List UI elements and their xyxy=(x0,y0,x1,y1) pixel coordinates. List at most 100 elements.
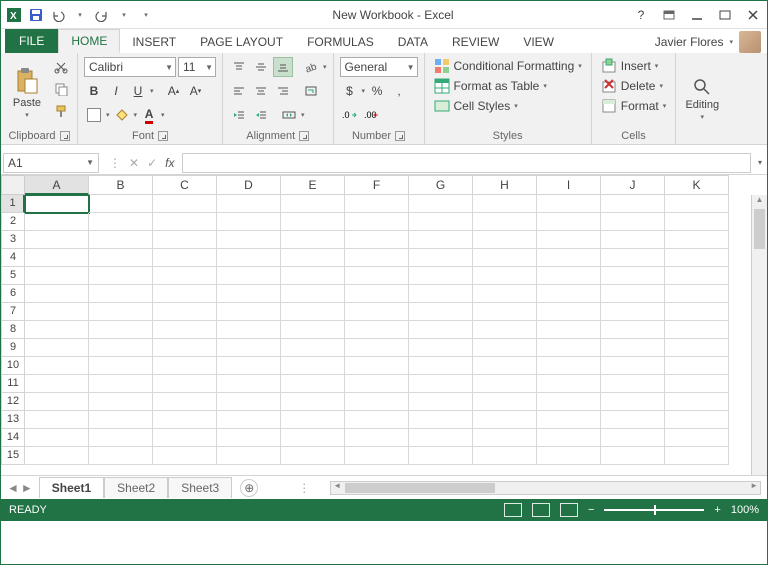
format-cells-button[interactable]: Format▾ xyxy=(598,97,670,115)
save-icon[interactable] xyxy=(27,6,45,24)
format-painter-icon[interactable] xyxy=(51,101,71,121)
row-header[interactable]: 12 xyxy=(1,393,25,411)
column-header[interactable]: G xyxy=(409,175,473,195)
vertical-scrollbar[interactable]: ▲ xyxy=(751,195,767,475)
cell[interactable] xyxy=(537,357,601,375)
cell[interactable] xyxy=(345,321,409,339)
underline-dropdown-icon[interactable]: ▾ xyxy=(150,87,154,95)
cell[interactable] xyxy=(345,357,409,375)
cell[interactable] xyxy=(409,357,473,375)
underline-button[interactable]: U xyxy=(128,81,148,101)
cell[interactable] xyxy=(89,375,153,393)
cell[interactable] xyxy=(601,411,665,429)
ribbon-display-icon[interactable] xyxy=(659,6,679,24)
cell[interactable] xyxy=(665,357,729,375)
cancel-formula-icon[interactable]: ✕ xyxy=(129,156,139,170)
cell[interactable] xyxy=(665,285,729,303)
cell[interactable] xyxy=(217,249,281,267)
cell[interactable] xyxy=(345,303,409,321)
cell[interactable] xyxy=(601,249,665,267)
cell[interactable] xyxy=(25,429,89,447)
cell[interactable] xyxy=(345,375,409,393)
cell[interactable] xyxy=(25,267,89,285)
cell[interactable] xyxy=(217,447,281,465)
tab-home[interactable]: HOME xyxy=(58,29,120,53)
row-header[interactable]: 14 xyxy=(1,429,25,447)
cell[interactable] xyxy=(281,411,345,429)
cell[interactable] xyxy=(217,285,281,303)
page-break-view-icon[interactable] xyxy=(560,503,578,517)
cell[interactable] xyxy=(537,375,601,393)
cell[interactable] xyxy=(345,285,409,303)
fill-color-icon[interactable] xyxy=(112,105,132,125)
font-name-combo[interactable]: Calibri▼ xyxy=(84,57,176,77)
cell[interactable] xyxy=(665,249,729,267)
align-left-icon[interactable] xyxy=(229,81,249,101)
cell[interactable] xyxy=(601,447,665,465)
cell[interactable] xyxy=(537,195,601,213)
cell[interactable] xyxy=(473,303,537,321)
cell[interactable] xyxy=(89,393,153,411)
cell[interactable] xyxy=(473,267,537,285)
tab-page-layout[interactable]: PAGE LAYOUT xyxy=(188,31,295,53)
cell[interactable] xyxy=(601,267,665,285)
cell[interactable] xyxy=(473,249,537,267)
format-as-table-button[interactable]: Format as Table▾ xyxy=(431,77,585,95)
cell[interactable] xyxy=(665,303,729,321)
row-header[interactable]: 5 xyxy=(1,267,25,285)
sheet-tab[interactable]: Sheet1 xyxy=(39,477,104,498)
cell[interactable] xyxy=(25,357,89,375)
cell[interactable] xyxy=(153,303,217,321)
cell[interactable] xyxy=(25,231,89,249)
row-header[interactable]: 8 xyxy=(1,321,25,339)
cell[interactable] xyxy=(89,249,153,267)
cell[interactable] xyxy=(409,321,473,339)
cell[interactable] xyxy=(537,447,601,465)
cell[interactable] xyxy=(665,429,729,447)
row-header[interactable]: 2 xyxy=(1,213,25,231)
help-icon[interactable]: ? xyxy=(631,6,651,24)
cell[interactable] xyxy=(217,411,281,429)
cell[interactable] xyxy=(89,411,153,429)
cell[interactable] xyxy=(537,267,601,285)
cell[interactable] xyxy=(25,321,89,339)
cell[interactable] xyxy=(601,321,665,339)
cell[interactable] xyxy=(25,339,89,357)
cell[interactable] xyxy=(537,393,601,411)
cell[interactable] xyxy=(153,429,217,447)
borders-icon[interactable] xyxy=(84,105,104,125)
cell[interactable] xyxy=(537,249,601,267)
zoom-level[interactable]: 100% xyxy=(731,504,759,516)
cell[interactable] xyxy=(217,429,281,447)
row-header[interactable]: 1 xyxy=(1,195,25,213)
add-sheet-button[interactable]: ⊕ xyxy=(240,479,258,497)
cell[interactable] xyxy=(473,213,537,231)
row-header[interactable]: 7 xyxy=(1,303,25,321)
column-header[interactable]: E xyxy=(281,175,345,195)
minimize-icon[interactable] xyxy=(687,6,707,24)
hscroll-thumb[interactable] xyxy=(345,483,495,493)
align-right-icon[interactable] xyxy=(273,81,293,101)
cell[interactable] xyxy=(25,447,89,465)
cell-styles-button[interactable]: Cell Styles▾ xyxy=(431,97,585,115)
cell[interactable] xyxy=(25,411,89,429)
cell[interactable] xyxy=(665,375,729,393)
cell[interactable] xyxy=(665,213,729,231)
cell[interactable] xyxy=(89,429,153,447)
cell[interactable] xyxy=(281,303,345,321)
cell[interactable] xyxy=(665,267,729,285)
cell[interactable] xyxy=(153,213,217,231)
alignment-dialog-launcher[interactable] xyxy=(299,131,309,141)
maximize-icon[interactable] xyxy=(715,6,735,24)
cell[interactable] xyxy=(153,231,217,249)
cell[interactable] xyxy=(153,267,217,285)
fx-icon[interactable]: fx xyxy=(165,156,174,170)
cell[interactable] xyxy=(537,321,601,339)
orientation-dropdown-icon[interactable]: ▾ xyxy=(323,63,327,71)
clipboard-dialog-launcher[interactable] xyxy=(60,131,70,141)
cell[interactable] xyxy=(153,393,217,411)
sheet-nav-prev-icon[interactable]: ◄ xyxy=(7,481,19,495)
cell[interactable] xyxy=(281,339,345,357)
select-all-corner[interactable] xyxy=(1,175,25,195)
cell[interactable] xyxy=(601,231,665,249)
